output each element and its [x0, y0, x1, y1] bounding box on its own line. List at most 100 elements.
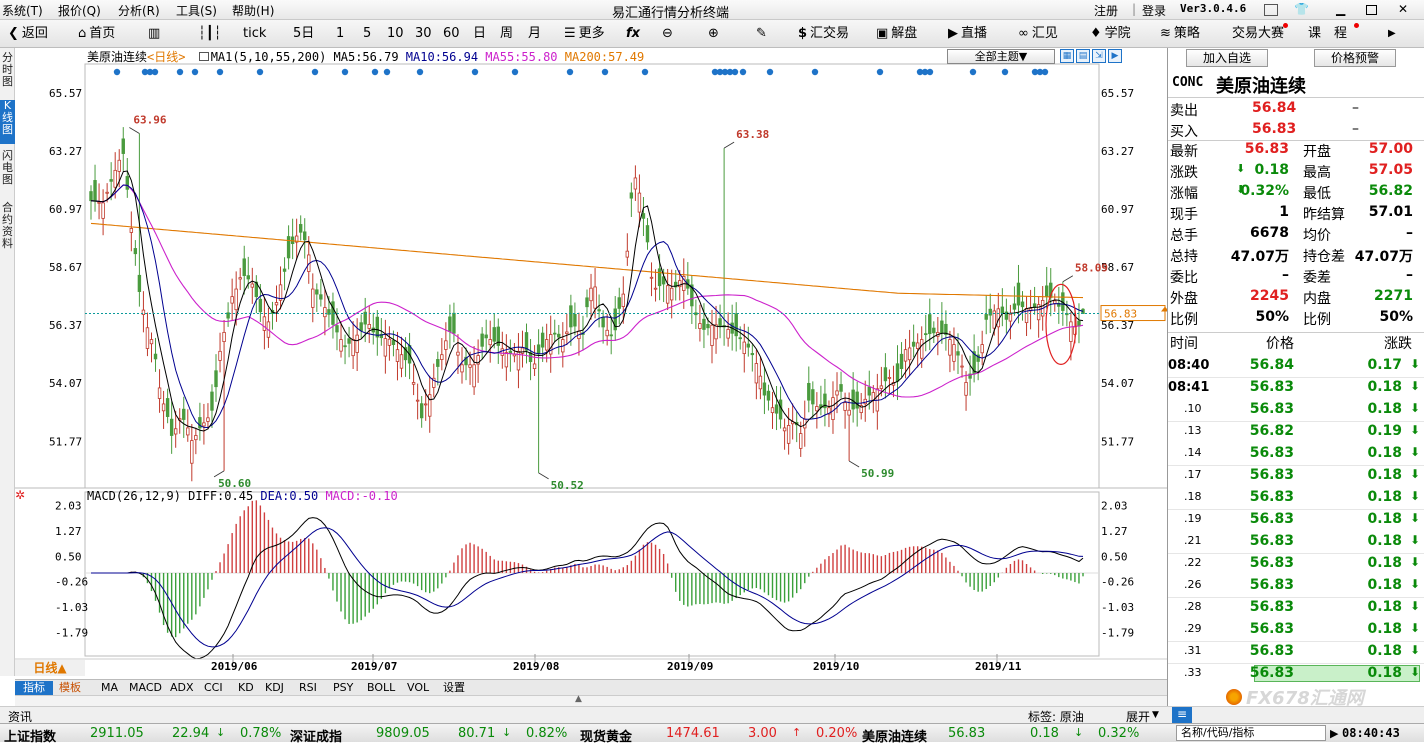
tab-settings[interactable]: 设置 [443, 681, 465, 695]
analysis-button[interactable]: ▣ 解盘 [876, 24, 917, 44]
tab-macd[interactable]: MACD [129, 681, 162, 695]
down-arrow-icon: ↓ [216, 726, 226, 739]
bar-chart-button[interactable]: ▥ [148, 24, 163, 44]
login-link[interactable]: 登录 [1142, 2, 1166, 19]
minimize-icon[interactable]: ▁ [1336, 2, 1345, 16]
layout-icon-2[interactable]: ▤ [1076, 49, 1090, 63]
expand-arrow-icon[interactable]: ▼ [1152, 710, 1159, 720]
zoom-fit-icon[interactable]: ⇲ [1092, 49, 1106, 63]
candle-body [460, 364, 464, 373]
indicator-icon[interactable] [198, 52, 209, 61]
school-button[interactable]: ♦ 学院 [1090, 24, 1131, 44]
play-icon-ticker[interactable]: ▶ [1330, 727, 1338, 740]
tick-button[interactable]: tick [243, 24, 266, 44]
candle-body [274, 302, 279, 306]
candle-body [637, 192, 642, 213]
candle-body [472, 364, 476, 388]
link-icon: ∞ [1018, 26, 1029, 41]
home-button[interactable]: ⌂ 首页 [78, 24, 115, 44]
maximize-icon[interactable] [1366, 5, 1377, 15]
tab-adx[interactable]: ADX [170, 681, 194, 695]
tab-cci[interactable]: CCI [204, 681, 223, 695]
tab-boll[interactable]: BOLL [367, 681, 395, 695]
candle-body [169, 418, 174, 436]
right-arrow-icon[interactable]: ▶ [1108, 49, 1122, 63]
tab-indicator[interactable]: 指标 [15, 681, 53, 695]
price-tick-left: 60.97 [49, 203, 82, 216]
course-button[interactable]: 课 程 [1308, 24, 1347, 44]
tab-vol[interactable]: VOL [407, 681, 429, 695]
zoom-out-button[interactable]: ⊖ [662, 24, 676, 44]
ticker-name[interactable]: 上证指数 [4, 726, 56, 745]
trade-button[interactable]: $ 汇交易 [798, 24, 849, 44]
tab-timeshare[interactable]: 分时图 [0, 52, 15, 96]
menu-toggle[interactable]: ≡ [1172, 707, 1192, 723]
add-watchlist-button[interactable]: 加入自选 [1186, 49, 1268, 67]
tab-template[interactable]: 模板 [59, 681, 81, 695]
quote-value: 0.18 [1254, 162, 1289, 178]
huijian-button[interactable]: ∞ 汇见 [1018, 24, 1058, 44]
period-60min[interactable]: 60 [443, 24, 460, 44]
register-link[interactable]: 注册 [1094, 2, 1118, 19]
tab-contract-info[interactable]: 合约资料 [0, 202, 15, 258]
tab-rsi[interactable]: RSI [299, 681, 317, 695]
tab-flash[interactable]: 闪电图 [0, 150, 15, 194]
period-day[interactable]: 日 [473, 24, 486, 44]
quote-panel: 加入自选 价格预警 CONC 美原油连续 卖出 56.84 – 买入 56.83… [1167, 48, 1424, 709]
ticker-name[interactable]: 美原油连续 [862, 726, 927, 745]
period-label[interactable]: 日线▲ [15, 660, 85, 676]
tab-kd[interactable]: KD [238, 681, 254, 695]
menu-tools[interactable]: 工具(S) [176, 2, 217, 19]
zoom-in-button[interactable]: ⊕ [708, 24, 722, 44]
tab-kline[interactable]: K线图 [0, 100, 15, 144]
toolbar-expand-icon[interactable]: ▶ [1388, 24, 1396, 44]
candle-body [492, 327, 496, 342]
period-month[interactable]: 月 [528, 24, 541, 44]
ticker-name[interactable]: 现货黄金 [580, 726, 632, 745]
candle-body [811, 389, 815, 405]
ticker-name[interactable]: 深证成指 [290, 726, 342, 745]
period-5day[interactable]: 5日 [293, 24, 314, 44]
trade-price: 56.83 [1249, 489, 1294, 505]
layout-icon-1[interactable]: ▦ [1060, 49, 1074, 63]
period-30min[interactable]: 30 [415, 24, 432, 44]
candle-button[interactable]: ┆┃┆ [198, 24, 224, 44]
strategy-button[interactable]: ≋ 策略 [1160, 24, 1200, 44]
period-1min[interactable]: 1 [336, 24, 344, 44]
menu-quote[interactable]: 报价(Q) [58, 2, 101, 19]
formula-button[interactable]: fx [626, 24, 640, 44]
macd-legend: MACD(26,12,9) DIFF:0.45 DEA:0.50 MACD:-0… [87, 489, 398, 503]
shirt-icon[interactable]: 👕 [1294, 2, 1309, 16]
candle-body [653, 287, 658, 290]
mail-icon[interactable] [1264, 4, 1278, 16]
settings-gear-icon[interactable]: ✲ [15, 488, 31, 504]
theme-select[interactable]: 全部主题▼ [947, 49, 1055, 64]
menu-system[interactable]: 系统(T) [2, 2, 43, 19]
more-button[interactable]: ☰ 更多 [564, 24, 605, 44]
tab-kdj[interactable]: KDJ [265, 681, 284, 695]
macd-value: MACD:-0.10 [325, 489, 398, 503]
candle-body [520, 347, 525, 354]
search-input[interactable]: 名称/代码/指标 [1176, 725, 1326, 741]
period-10min[interactable]: 10 [387, 24, 404, 44]
price-alert-button[interactable]: 价格预警 [1314, 49, 1396, 67]
splitter-up-icon[interactable]: ▲ [575, 694, 582, 704]
draw-button[interactable]: ✎ [756, 24, 770, 44]
menu-help[interactable]: 帮助(H) [232, 2, 274, 19]
candle-body [194, 435, 198, 441]
menu-analysis[interactable]: 分析(R) [118, 2, 160, 19]
tab-psy[interactable]: PSY [333, 681, 353, 695]
period-week[interactable]: 周 [500, 24, 513, 44]
contest-button[interactable]: 交易大赛 [1232, 24, 1284, 44]
up-arrow-icon: ↑ [792, 726, 802, 739]
tab-ma[interactable]: MA [101, 681, 118, 695]
extreme-label: 50.60 [218, 477, 251, 490]
period-5min[interactable]: 5 [363, 24, 371, 44]
live-button[interactable]: ▶ 直播 [948, 24, 987, 44]
splitter[interactable]: ▲ [15, 694, 1167, 706]
back-button[interactable]: ❮ 返回 [8, 24, 48, 44]
period-tag: <日线> [147, 50, 186, 64]
close-icon[interactable]: ✕ [1398, 2, 1408, 16]
kline-chart-svg[interactable]: 65.57 65.5763.27 63.2760.97 60.9758.67 58.67… [15, 48, 1167, 676]
kline-chart-area[interactable]: 65.57 65.57 63.27 63.27 60.97 60.97 58.67 58.67… [15, 48, 1167, 676]
